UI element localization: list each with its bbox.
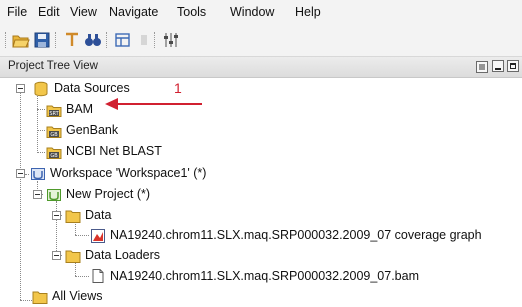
maximize-button[interactable] <box>507 60 519 72</box>
tree-connector <box>25 174 29 175</box>
annotation-label: 1 <box>174 80 182 96</box>
menu-window[interactable]: Window <box>230 5 274 19</box>
tree-connector <box>37 109 45 110</box>
menu-edit[interactable]: Edit <box>38 5 60 19</box>
disabled-icon <box>141 35 147 45</box>
svg-text:GB: GB <box>50 153 58 159</box>
layout-icon[interactable] <box>114 31 132 49</box>
panel-title: Project Tree View <box>8 60 98 72</box>
tree-node-data-loaders[interactable]: Data Loaders <box>85 248 160 262</box>
tree-connector <box>56 201 57 255</box>
folder-icon <box>32 291 48 304</box>
file-icon <box>92 269 104 283</box>
svg-text:GB: GB <box>50 132 58 138</box>
tree-node-ncbi-net-blast[interactable]: NCBI Net BLAST <box>66 144 162 158</box>
tree-connector <box>37 130 45 131</box>
tree-connector <box>75 276 89 277</box>
menu-view[interactable]: View <box>70 5 97 19</box>
settings-icon[interactable] <box>162 31 180 49</box>
annotation-arrow <box>105 98 202 110</box>
filter-icon[interactable] <box>63 31 81 49</box>
project-tree-view-header: Project Tree View <box>0 57 522 78</box>
tree-node-data[interactable]: Data <box>85 208 111 222</box>
tree-node-bam[interactable]: BAM <box>66 102 93 116</box>
collapse-toggle[interactable] <box>52 211 61 220</box>
svg-text:SRT: SRT <box>49 111 59 117</box>
collapse-toggle[interactable] <box>33 190 42 199</box>
tree-connector <box>20 300 32 301</box>
graph-file-icon <box>91 229 105 243</box>
project-icon <box>47 189 61 201</box>
collapse-toggle[interactable] <box>16 169 25 178</box>
ncbi-datasource-icon: GB <box>46 147 62 159</box>
toolbar <box>0 26 522 57</box>
menu-navigate[interactable]: Navigate <box>109 5 158 19</box>
save-icon[interactable] <box>33 31 51 49</box>
menu-bar: File Edit View Navigate Tools Window Hel… <box>0 0 522 26</box>
tree-connector <box>37 152 45 153</box>
tree-node-bam-file[interactable]: NA19240.chrom11.SLX.maq.SRP000032.2009_0… <box>110 269 419 283</box>
tree-connector <box>37 96 38 153</box>
tree-connector <box>75 262 76 276</box>
tree-node-genbank[interactable]: GenBank <box>66 123 118 137</box>
bam-datasource-icon: SRT <box>46 105 62 117</box>
tree-node-new-project[interactable]: New Project (*) <box>66 187 150 201</box>
tree-node-all-views[interactable]: All Views <box>52 289 102 303</box>
toolbar-separator <box>154 32 157 48</box>
search-binoculars-icon[interactable] <box>84 31 102 49</box>
minimize-button[interactable] <box>492 60 504 72</box>
folder-icon <box>65 250 81 263</box>
view-menu-icon[interactable] <box>476 61 488 73</box>
tree-node-data-sources[interactable]: Data Sources <box>54 81 130 95</box>
database-folder-icon <box>34 81 48 97</box>
tree-connector <box>75 235 89 236</box>
genbank-datasource-icon: GB <box>46 126 62 138</box>
menu-file[interactable]: File <box>7 5 27 19</box>
toolbar-separator <box>55 32 58 48</box>
tree-node-coverage-graph[interactable]: NA19240.chrom11.SLX.maq.SRP000032.2009_0… <box>110 228 482 242</box>
toolbar-grip <box>5 32 8 48</box>
tree-connector <box>20 89 21 300</box>
menu-tools[interactable]: Tools <box>177 5 206 19</box>
collapse-toggle[interactable] <box>16 84 25 93</box>
project-tree: Data Sources SRT BAM GB GenBank GB NCBI … <box>0 78 522 307</box>
menu-help[interactable]: Help <box>295 5 321 19</box>
tree-node-workspace[interactable]: Workspace 'Workspace1' (*) <box>50 166 206 180</box>
folder-icon <box>65 210 81 223</box>
toolbar-separator <box>106 32 109 48</box>
workspace-icon <box>31 168 45 180</box>
collapse-toggle[interactable] <box>52 251 61 260</box>
open-folder-icon[interactable] <box>12 31 30 49</box>
